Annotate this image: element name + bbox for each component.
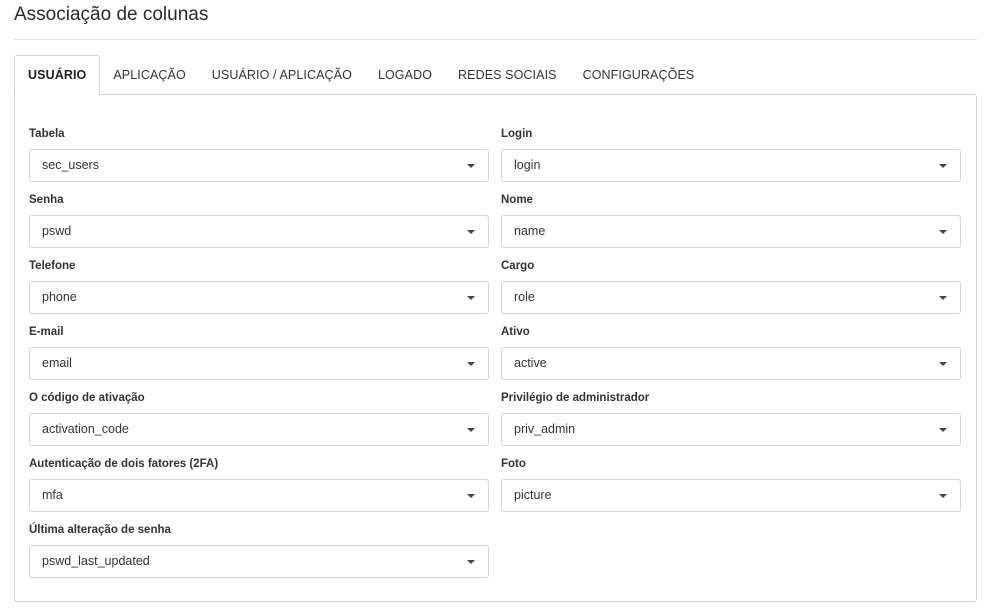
select-value: activation_code bbox=[42, 422, 129, 436]
field-label: Login bbox=[501, 128, 533, 140]
field-label: Nome bbox=[501, 194, 533, 206]
title-divider bbox=[14, 39, 977, 40]
field-autenticacao-2fa: Autenticação de dois fatores (2FA) mfa bbox=[29, 456, 489, 512]
login-select[interactable]: login bbox=[501, 149, 961, 182]
select-value: login bbox=[514, 158, 541, 172]
chevron-down-icon bbox=[939, 230, 947, 234]
tab-usuario[interactable]: USUÁRIO bbox=[14, 55, 101, 95]
field-label: Foto bbox=[501, 458, 526, 470]
page-title: Associação de colunas bbox=[14, 4, 209, 25]
field-cargo: Cargo role bbox=[501, 258, 961, 314]
field-label: Ativo bbox=[501, 326, 530, 338]
chevron-down-icon bbox=[939, 296, 947, 300]
senha-select[interactable]: pswd bbox=[29, 215, 489, 248]
tab-configuracoes[interactable]: CONFIGURAÇÕES bbox=[570, 55, 708, 94]
select-value: active bbox=[514, 356, 547, 370]
field-foto: Foto picture bbox=[501, 456, 961, 512]
field-ativo: Ativo active bbox=[501, 324, 961, 380]
autenticacao-2fa-select[interactable]: mfa bbox=[29, 479, 489, 512]
field-label: Autenticação de dois fatores (2FA) bbox=[29, 458, 219, 470]
field-ultima-alteracao-senha: Última alteração de senha pswd_last_upda… bbox=[29, 522, 489, 578]
field-label: E-mail bbox=[29, 326, 64, 338]
cargo-select[interactable]: role bbox=[501, 281, 961, 314]
select-value: picture bbox=[514, 488, 552, 502]
chevron-down-icon bbox=[467, 296, 475, 300]
chevron-down-icon bbox=[467, 362, 475, 366]
foto-select[interactable]: picture bbox=[501, 479, 961, 512]
field-email: E-mail email bbox=[29, 324, 489, 380]
chevron-down-icon bbox=[467, 230, 475, 234]
field-label: Última alteração de senha bbox=[29, 524, 171, 536]
tab-logado[interactable]: LOGADO bbox=[365, 55, 445, 94]
field-login: Login login bbox=[501, 126, 961, 182]
tab-panel-usuario: Tabela sec_users Login login Senha pswd … bbox=[14, 94, 977, 602]
field-senha: Senha pswd bbox=[29, 192, 489, 248]
select-value: pswd_last_updated bbox=[42, 554, 150, 568]
chevron-down-icon bbox=[939, 494, 947, 498]
tab-aplicacao[interactable]: APLICAÇÃO bbox=[100, 55, 198, 94]
field-nome: Nome name bbox=[501, 192, 961, 248]
select-value: priv_admin bbox=[514, 422, 576, 436]
select-value: pswd bbox=[42, 224, 72, 238]
nome-select[interactable]: name bbox=[501, 215, 961, 248]
chevron-down-icon bbox=[939, 362, 947, 366]
chevron-down-icon bbox=[467, 494, 475, 498]
select-value: mfa bbox=[42, 488, 63, 502]
tab-redes-sociais[interactable]: REDES SOCIAIS bbox=[445, 55, 570, 94]
field-label: Senha bbox=[29, 194, 64, 206]
chevron-down-icon bbox=[939, 164, 947, 168]
field-label: O código de ativação bbox=[29, 392, 145, 404]
chevron-down-icon bbox=[467, 428, 475, 432]
field-label: Telefone bbox=[29, 260, 76, 272]
field-tabela: Tabela sec_users bbox=[29, 126, 489, 182]
select-value: email bbox=[42, 356, 72, 370]
tab-bar: USUÁRIO APLICAÇÃO USUÁRIO / APLICAÇÃO LO… bbox=[14, 55, 707, 95]
field-codigo-ativacao: O código de ativação activation_code bbox=[29, 390, 489, 446]
select-value: role bbox=[514, 290, 535, 304]
tab-usuario-aplicacao[interactable]: USUÁRIO / APLICAÇÃO bbox=[199, 55, 365, 94]
chevron-down-icon bbox=[467, 164, 475, 168]
telefone-select[interactable]: phone bbox=[29, 281, 489, 314]
select-value: sec_users bbox=[42, 158, 99, 172]
ativo-select[interactable]: active bbox=[501, 347, 961, 380]
field-label: Tabela bbox=[29, 128, 65, 140]
select-value: name bbox=[514, 224, 546, 238]
codigo-ativacao-select[interactable]: activation_code bbox=[29, 413, 489, 446]
field-privilegio-admin: Privilégio de administrador priv_admin bbox=[501, 390, 961, 446]
privilegio-admin-select[interactable]: priv_admin bbox=[501, 413, 961, 446]
field-label: Cargo bbox=[501, 260, 535, 272]
field-label: Privilégio de administrador bbox=[501, 392, 650, 404]
page: Associação de colunas USUÁRIO APLICAÇÃO … bbox=[0, 0, 985, 614]
email-select[interactable]: email bbox=[29, 347, 489, 380]
chevron-down-icon bbox=[467, 560, 475, 564]
ultima-alteracao-senha-select[interactable]: pswd_last_updated bbox=[29, 545, 489, 578]
tabela-select[interactable]: sec_users bbox=[29, 149, 489, 182]
field-telefone: Telefone phone bbox=[29, 258, 489, 314]
chevron-down-icon bbox=[939, 428, 947, 432]
select-value: phone bbox=[42, 290, 77, 304]
